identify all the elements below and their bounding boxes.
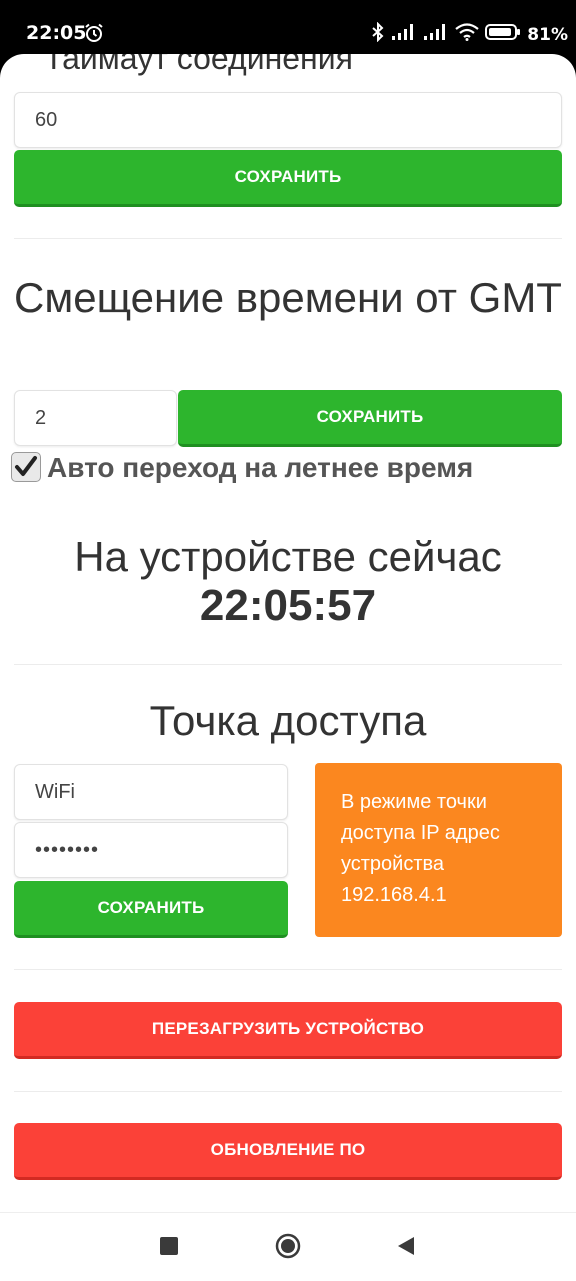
ap-ssid-input[interactable]: WiFi: [14, 764, 288, 820]
settings-page: Таймаут соединения 60 СОХРАНИТЬ Смещение…: [0, 54, 576, 1212]
battery-percent: 81%: [527, 24, 568, 45]
bluetooth-icon: [371, 21, 385, 47]
gmt-offset-title: Смещение времени от GMT: [14, 274, 562, 321]
back-icon[interactable]: [396, 1236, 416, 1261]
recents-icon[interactable]: [160, 1237, 178, 1260]
ap-password-input[interactable]: ••••••••: [14, 822, 288, 878]
signal-icon: [423, 23, 449, 46]
reboot-device-button[interactable]: ПЕРЕЗАГРУЗИТЬ УСТРОЙСТВО: [14, 1002, 562, 1059]
wifi-icon: [455, 23, 479, 46]
navigation-bar: [0, 1212, 576, 1281]
dst-label: Авто переход на летнее время: [47, 452, 474, 483]
save-gmt-offset-button[interactable]: СОХРАНИТЬ: [178, 390, 562, 447]
dst-checkbox[interactable]: [11, 452, 41, 482]
firmware-update-button[interactable]: ОБНОВЛЕНИЕ ПО: [14, 1123, 562, 1180]
home-icon[interactable]: [275, 1233, 301, 1264]
divider: [14, 238, 562, 239]
save-access-point-button[interactable]: СОХРАНИТЬ: [14, 881, 288, 938]
divider: [14, 969, 562, 970]
status-bar: 22:05 81%: [0, 0, 576, 60]
save-timeout-button[interactable]: СОХРАНИТЬ: [14, 150, 562, 207]
status-time: 22:05: [26, 22, 87, 44]
ap-info-box: В режиме точки доступа IP адрес устройст…: [315, 763, 562, 937]
gmt-offset-input[interactable]: 2: [14, 390, 177, 446]
connection-timeout-title: Таймаут соединения: [44, 54, 353, 76]
divider: [14, 664, 562, 665]
signal-icon: [391, 23, 417, 46]
battery-icon: [485, 23, 521, 46]
device-time-value: 22:05:57: [199, 581, 377, 630]
divider: [14, 1091, 562, 1092]
connection-timeout-input[interactable]: 60: [14, 92, 562, 148]
alarm-icon: [84, 23, 104, 48]
device-time-label: На устройстве сейчас: [74, 533, 502, 580]
access-point-title: Точка доступа: [149, 697, 427, 744]
